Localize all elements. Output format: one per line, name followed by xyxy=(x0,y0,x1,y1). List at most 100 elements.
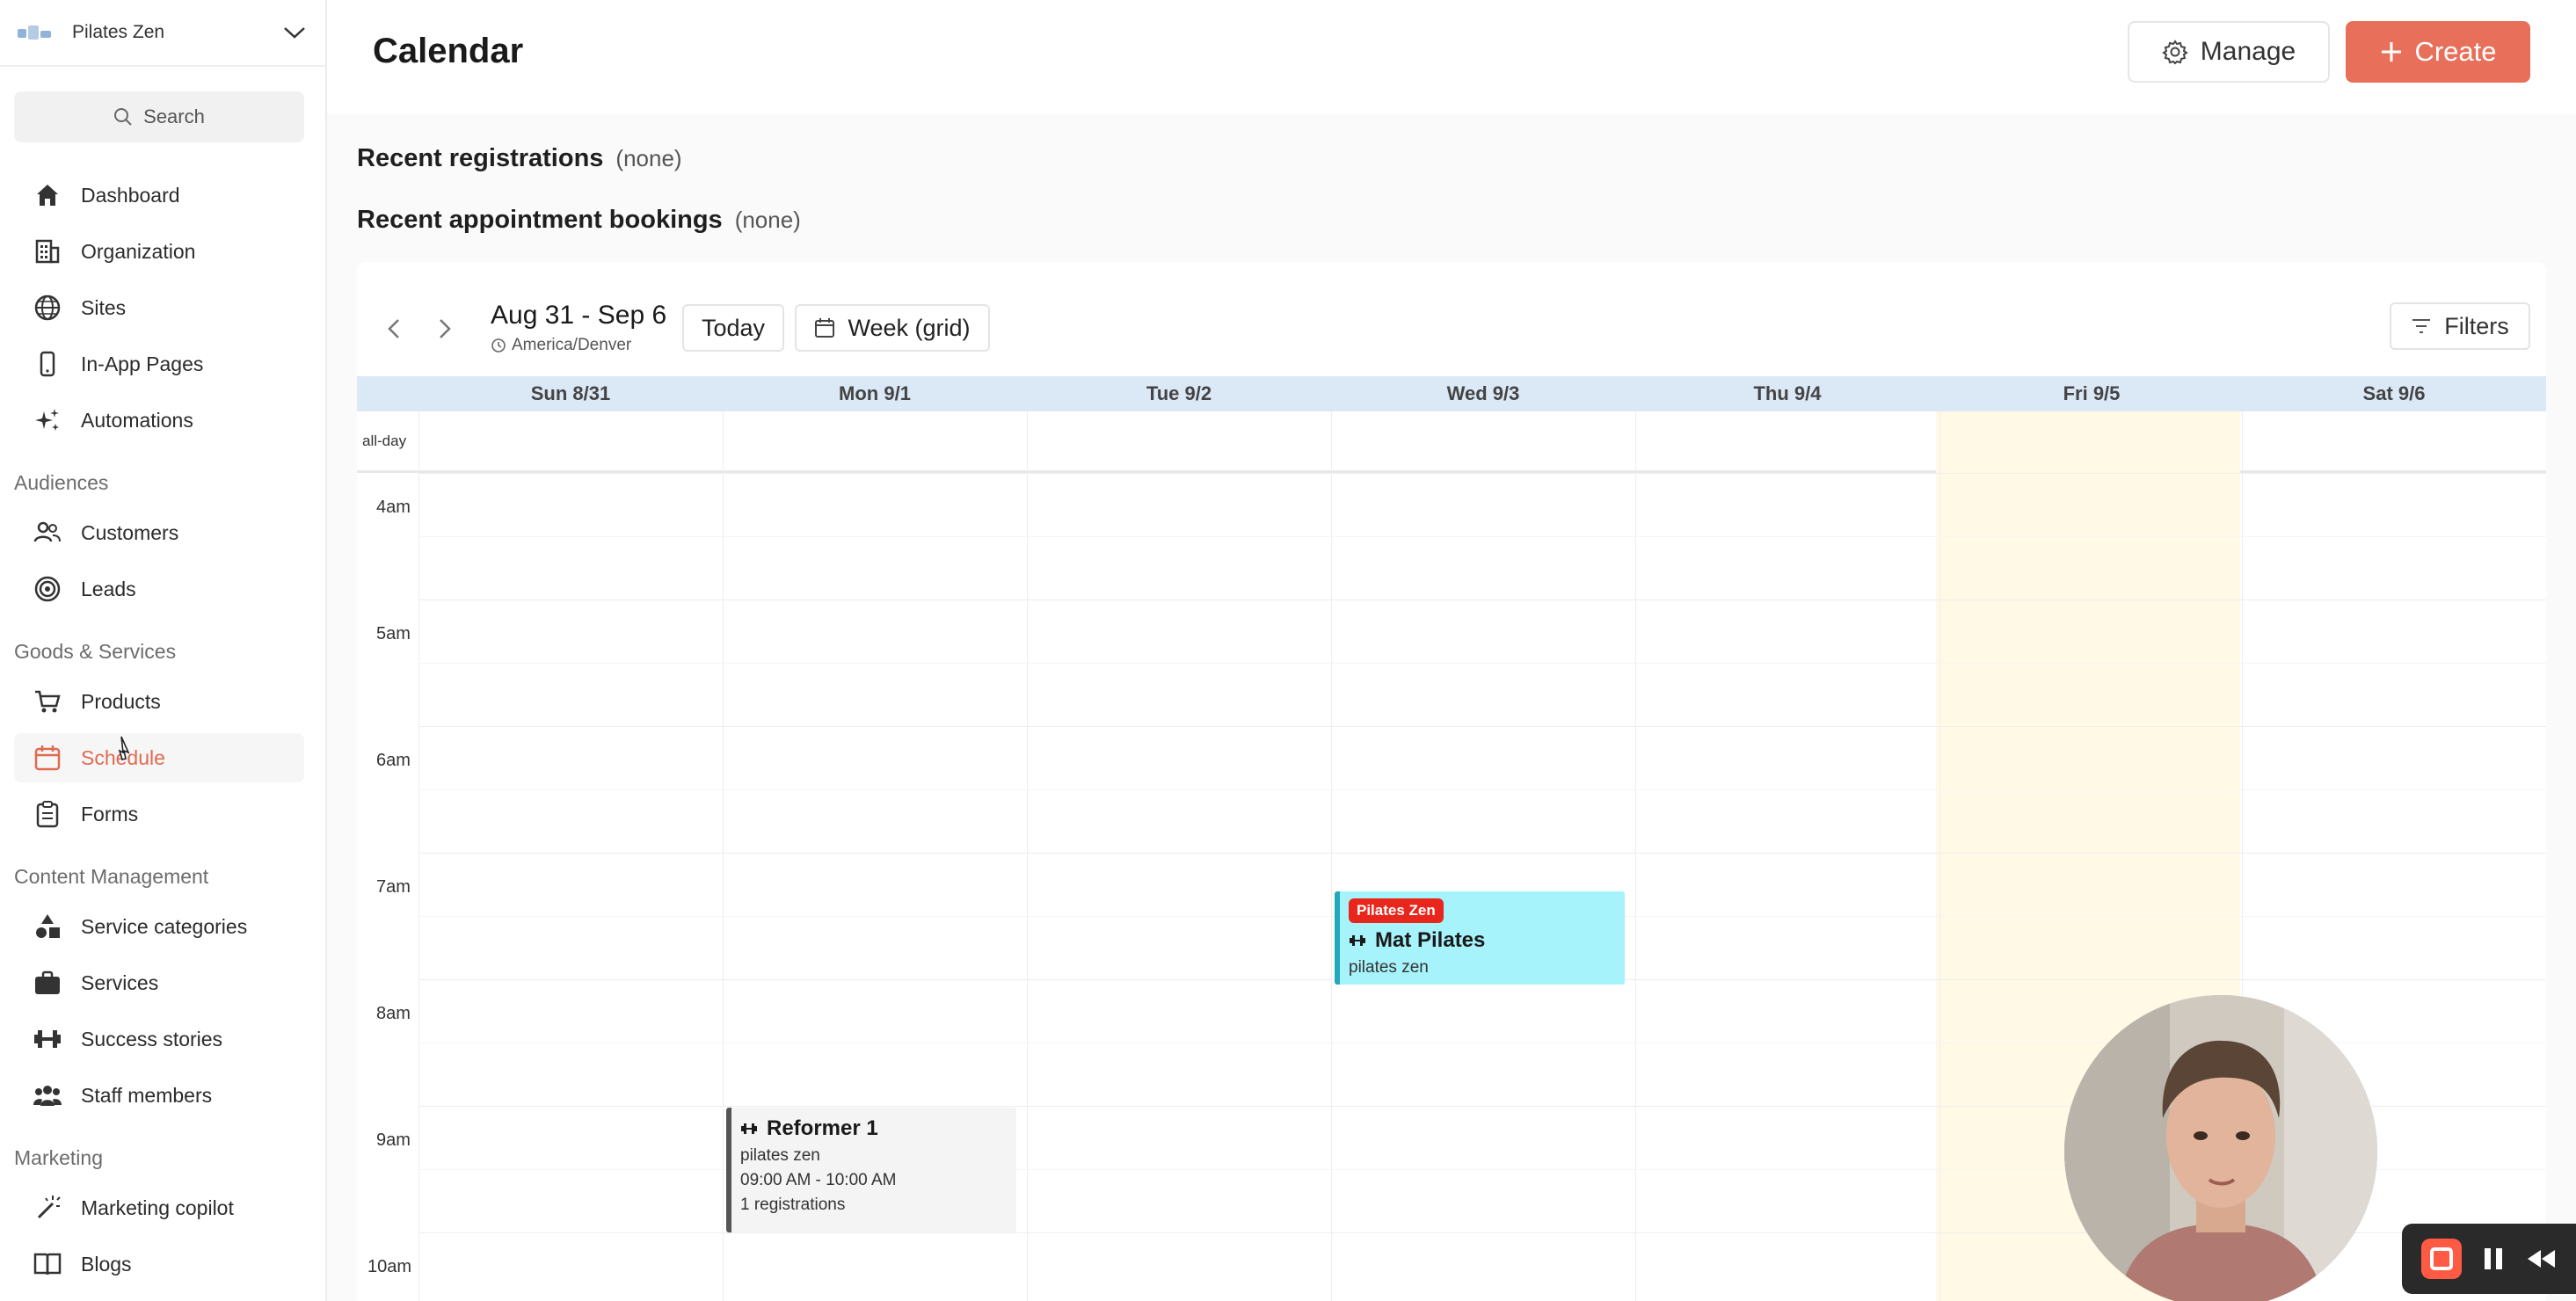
half-hour-line xyxy=(418,536,2546,537)
sidebar-item-label: Success stories xyxy=(81,1027,223,1050)
sidebar-item-blogs[interactable]: Blogs xyxy=(14,1239,304,1289)
section-goods-services: Goods & Services xyxy=(14,640,177,663)
sidebar-item-marketing-copilot[interactable]: Marketing copilot xyxy=(14,1183,304,1232)
recent-bookings-value: (none) xyxy=(734,207,801,233)
sidebar-item-customers[interactable]: Customers xyxy=(14,508,304,557)
sidebar-item-products[interactable]: Products xyxy=(14,677,304,726)
clock-icon xyxy=(491,338,506,353)
sidebar-item-leads[interactable]: Leads xyxy=(14,564,304,614)
sidebar-item-staff-members[interactable]: Staff members xyxy=(14,1071,304,1120)
event-title: Reformer 1 xyxy=(767,1116,878,1140)
clipboard-icon xyxy=(32,798,63,830)
sidebar-item-label: Leads xyxy=(81,577,136,600)
gear-icon xyxy=(2161,40,2188,65)
create-button[interactable]: Create xyxy=(2346,21,2530,83)
event-time: 09:00 AM - 10:00 AM xyxy=(740,1171,897,1189)
hour-line xyxy=(418,853,2546,854)
all-day-label: all-day xyxy=(362,432,407,449)
sidebar-item-automations[interactable]: Automations xyxy=(14,396,304,445)
hour-line xyxy=(418,726,2546,727)
sidebar-item-services[interactable]: Services xyxy=(14,958,304,1007)
sidebar-item-dashboard[interactable]: Dashboard xyxy=(14,171,304,220)
sidebar-item-label: Forms xyxy=(81,802,139,825)
recent-bookings-label: Recent appointment bookings xyxy=(357,206,723,234)
view-selector[interactable]: Week (grid) xyxy=(795,304,990,352)
sidebar-item-sites[interactable]: Sites xyxy=(14,283,304,332)
webcam-overlay[interactable] xyxy=(2064,995,2377,1301)
event-title-row: Mat Pilates xyxy=(1349,928,1625,953)
presenter-video-image xyxy=(2064,995,2377,1301)
calendar-icon xyxy=(32,742,63,774)
day-header[interactable]: Tue 9/2 xyxy=(1027,376,1331,411)
day-header[interactable]: Sat 9/6 xyxy=(2242,376,2546,411)
team-icon xyxy=(32,1079,63,1111)
event-mat-pilates[interactable]: Pilates Zen Mat Pilates pilates zen xyxy=(1335,891,1625,985)
hour-line xyxy=(418,473,2546,474)
dumbbell-icon xyxy=(32,1023,63,1055)
sidebar-search[interactable]: Search xyxy=(14,91,304,142)
event-registrations: 1 registrations xyxy=(740,1196,846,1214)
shapes-icon xyxy=(32,911,63,942)
filter-icon xyxy=(2412,319,2431,333)
manage-label: Manage xyxy=(2200,37,2296,66)
filters-button[interactable]: Filters xyxy=(2390,302,2530,350)
create-label: Create xyxy=(2414,36,2497,67)
hour-label: 5am xyxy=(376,624,411,643)
cursor-icon xyxy=(118,736,130,760)
event-title: Mat Pilates xyxy=(1375,928,1486,952)
day-header[interactable]: Sun 8/31 xyxy=(418,376,723,411)
day-header[interactable]: Mon 9/1 xyxy=(723,376,1027,411)
hour-label: 4am xyxy=(376,498,411,517)
pause-icon[interactable] xyxy=(2482,1246,2505,1272)
filters-label: Filters xyxy=(2444,312,2509,339)
event-subtitle: pilates zen xyxy=(1349,958,1429,977)
column-divider xyxy=(1939,411,1940,1301)
sidebar-item-in-app-pages[interactable]: In-App Pages xyxy=(14,339,304,389)
sidebar-item-label: Dashboard xyxy=(81,183,180,207)
hour-label: 7am xyxy=(376,877,411,897)
org-logo xyxy=(18,22,53,43)
org-name: Pilates Zen xyxy=(72,22,165,42)
day-header[interactable]: Fri 9/5 xyxy=(1939,376,2244,411)
sidebar-item-schedule[interactable]: Schedule xyxy=(14,733,304,782)
rewind-icon[interactable] xyxy=(2525,1247,2557,1270)
column-divider xyxy=(1331,411,1332,1301)
hour-label: 9am xyxy=(376,1130,411,1150)
page-title: Calendar xyxy=(373,32,524,70)
recent-bookings: Recent appointment bookings (none) xyxy=(357,206,801,235)
hour-label: 10am xyxy=(367,1257,412,1276)
calendar-icon xyxy=(815,318,835,338)
sparkles-icon xyxy=(32,404,63,436)
sidebar-item-success-stories[interactable]: Success stories xyxy=(14,1014,304,1064)
day-header[interactable]: Wed 9/3 xyxy=(1331,376,1635,411)
chevron-down-icon[interactable] xyxy=(281,19,308,46)
hour-label: 8am xyxy=(376,1004,411,1023)
sidebar-item-label: Customers xyxy=(81,520,179,544)
prev-week-button[interactable] xyxy=(373,308,415,350)
today-button[interactable]: Today xyxy=(682,304,784,352)
event-reformer-1[interactable]: Reformer 1 pilates zen 09:00 AM - 10:00 … xyxy=(726,1108,1016,1232)
manage-button[interactable]: Manage xyxy=(2128,21,2330,83)
next-week-button[interactable] xyxy=(424,308,466,350)
section-content-management: Content Management xyxy=(14,865,209,888)
sidebar-item-service-categories[interactable]: Service categories xyxy=(14,902,304,951)
target-icon xyxy=(32,573,63,605)
day-header[interactable]: Thu 9/4 xyxy=(1635,376,1939,411)
chevron-left-icon xyxy=(388,319,399,338)
sidebar-item-forms[interactable]: Forms xyxy=(14,789,304,839)
day-header-row: Sun 8/31 Mon 9/1 Tue 9/2 Wed 9/3 Thu 9/4… xyxy=(357,376,2546,411)
home-icon xyxy=(32,179,63,211)
hour-label: 6am xyxy=(376,751,411,770)
org-switcher[interactable]: Pilates Zen xyxy=(0,0,325,67)
sidebar-item-organization[interactable]: Organization xyxy=(14,227,304,276)
chevron-right-icon xyxy=(440,319,451,338)
dumbbell-icon xyxy=(1350,935,1365,946)
dumbbell-icon xyxy=(741,1123,757,1134)
record-stop-icon[interactable] xyxy=(2420,1239,2462,1279)
globe-icon xyxy=(32,292,63,323)
app-root: Pilates Zen Search Dashboard Organizatio… xyxy=(0,0,2576,1301)
sidebar-item-label: Staff members xyxy=(81,1083,213,1107)
timezone-label: America/Denver xyxy=(512,336,632,354)
event-org-badge: Pilates Zen xyxy=(1349,898,1444,923)
book-icon xyxy=(32,1248,63,1280)
